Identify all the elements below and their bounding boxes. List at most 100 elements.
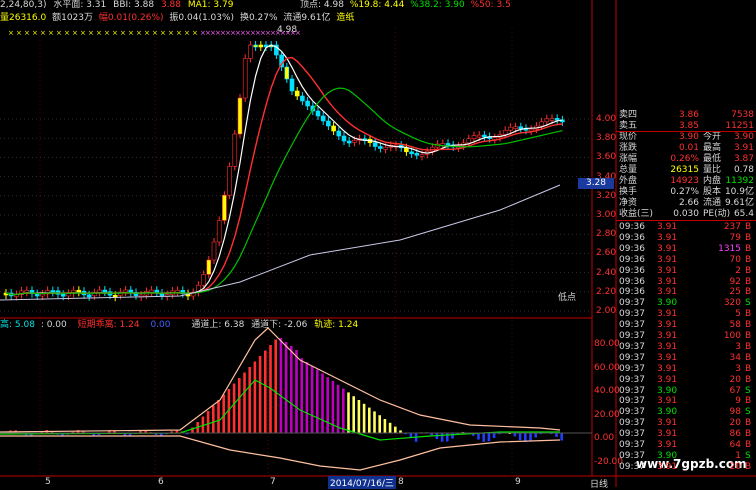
trade-row[interactable]: 09:37 3.90 1 S [617, 451, 756, 462]
trade-side: S [745, 450, 751, 461]
candle-body [482, 134, 487, 138]
ma-year-line [0, 184, 561, 301]
indicator-bar [518, 433, 522, 441]
trade-price: 3.91 [657, 254, 678, 265]
indicator-bar [305, 362, 309, 433]
marker-glyph: × [88, 29, 94, 37]
price-tick: 2.20 [596, 286, 617, 297]
trade-price: 3.91 [657, 418, 678, 429]
quote-row: 涨幅 0.26% 最低 3.87 [617, 154, 756, 165]
candle-body [409, 151, 414, 155]
trade-side: B [745, 352, 752, 363]
quote-value-2: 3.91 [733, 143, 754, 153]
change-label: 幅0.01(0.26%) [98, 13, 164, 23]
marker-glyph: × [168, 29, 174, 37]
trade-time: 09:37 [619, 461, 645, 472]
quote-value: 3.86 [678, 110, 699, 120]
indicator-tick: 40.00 [594, 386, 620, 396]
period-tab[interactable]: 日线 [590, 477, 608, 490]
candle-body [320, 115, 326, 122]
trade-row[interactable]: 09:37 3.91 20 B [617, 418, 756, 429]
indicator-bar [492, 433, 496, 438]
trade-row[interactable]: 09:37 3.90 320 S [617, 298, 756, 309]
header-row-2: 量26316.0 额1023万 幅0.01(0.26%) 振0.04(1.03%… [0, 13, 354, 24]
candle-body [248, 44, 253, 59]
trade-row[interactable]: 09:36 3.91 2 B [617, 266, 756, 277]
quote-label: 换手 [619, 187, 638, 197]
indicator-bar [336, 384, 340, 433]
trade-price: 3.91 [657, 341, 678, 352]
indicator-bar [560, 433, 563, 441]
trade-price: 3.91 [657, 363, 678, 374]
indicator-bar [378, 415, 381, 433]
quote-value-2: 7538 [731, 110, 754, 120]
quote-row: 外盘 14923 内盘 11392 [617, 176, 756, 187]
trade-row[interactable]: 09:37 3.91 34 B [617, 353, 756, 364]
trade-row[interactable]: 09:37 3.91 9 B [617, 396, 756, 407]
sector-tag[interactable]: 造纸 [336, 13, 354, 23]
candle-body [216, 220, 222, 243]
turnover-label: 换0.27% [239, 13, 278, 23]
trade-row[interactable]: 09:37 3.91 100 B [617, 331, 756, 342]
price-tick: 3.00 [596, 210, 617, 220]
trade-volume: 5 [735, 309, 741, 320]
trade-row[interactable]: 09:36 3.91 79 B [617, 233, 756, 244]
header-fib-row: 顶点: 4.98 %19.8: 4.44 %38.2: 3.90 %50: 3.… [300, 0, 511, 11]
quote-label-2: 今开 [703, 132, 722, 142]
quote-label: 外盘 [619, 176, 638, 186]
trade-side: S [745, 385, 751, 396]
trade-row[interactable]: 09:37 3.91 64 B [617, 440, 756, 451]
quote-value-2: 10.9亿 [724, 187, 754, 197]
indicator-bar [373, 411, 376, 433]
trade-row[interactable]: 09:36 3.91 70 B [617, 255, 756, 266]
trade-side: B [745, 440, 752, 450]
indicator-bar [206, 411, 210, 433]
trade-row[interactable]: 09:37 3.91 58 B [617, 320, 756, 331]
indicator-bar [321, 373, 324, 433]
trade-time: 09:37 [619, 396, 645, 407]
header-row: 2,24,80,3) 水平面: 3.31 BBI: 3.88 3.88 MA1:… [0, 0, 233, 11]
trade-volume: 20 [729, 418, 741, 429]
marker-glyph: × [80, 29, 86, 37]
price-tick: 3.60 [596, 152, 617, 163]
indicator-bar [446, 433, 449, 442]
trade-volume: 70 [729, 254, 741, 265]
trade-price: 3.91 [657, 331, 678, 341]
low-point-label: 低点 [558, 293, 577, 303]
trade-row[interactable]: 09:37 3.90 67 S [617, 386, 756, 397]
ma1-label: MA1: 3.79 [187, 0, 234, 10]
trade-volume: 1 [735, 450, 741, 461]
indicator-bar [368, 407, 371, 433]
trade-row[interactable]: 09:37 3.91 86 B [617, 429, 756, 440]
trade-row[interactable]: 09:37 3.91 3 B [617, 364, 756, 375]
candle-body [502, 129, 508, 135]
params-label: 2,24,80,3) [0, 0, 47, 10]
trade-volume: 320 [723, 298, 741, 309]
quote-row: 总量 26315 量比 0.78 [617, 165, 756, 176]
indicator-bar [362, 403, 366, 433]
quote-value: 26315 [670, 165, 699, 175]
trade-side: B [745, 276, 752, 287]
trade-volume: 98 [729, 407, 741, 418]
trade-row[interactable]: 09:37 3.90 98 S [617, 407, 756, 418]
trade-row[interactable]: 09:36 3.91 25 B [617, 287, 756, 298]
trade-row[interactable]: 09:37 3.91 5 B [617, 309, 756, 320]
trade-row[interactable]: 09:37 3.91 20 B [617, 375, 756, 386]
candle-body [237, 97, 243, 135]
marker-glyph: × [192, 29, 198, 37]
trade-time: 09:37 [619, 352, 645, 363]
quote-value: 0.26% [670, 154, 699, 164]
candle-body [149, 289, 154, 293]
quote-label: 现价 [619, 132, 638, 142]
candle-body [227, 166, 232, 196]
trade-row[interactable]: 09:37 3.91 3 B [617, 342, 756, 353]
trade-row[interactable]: 09:36 3.91 92 B [617, 277, 756, 288]
trade-row[interactable]: 09:37 3.91 20 B [617, 462, 756, 473]
indicator-bar [258, 356, 262, 433]
indicator-bar [352, 396, 355, 433]
candle-body [175, 290, 180, 293]
trade-row[interactable]: 09:36 3.91 1315 B [617, 244, 756, 255]
marker-glyph: × [104, 29, 110, 37]
trade-volume: 64 [729, 440, 741, 450]
trade-row[interactable]: 09:36 3.91 237 B [617, 222, 756, 233]
